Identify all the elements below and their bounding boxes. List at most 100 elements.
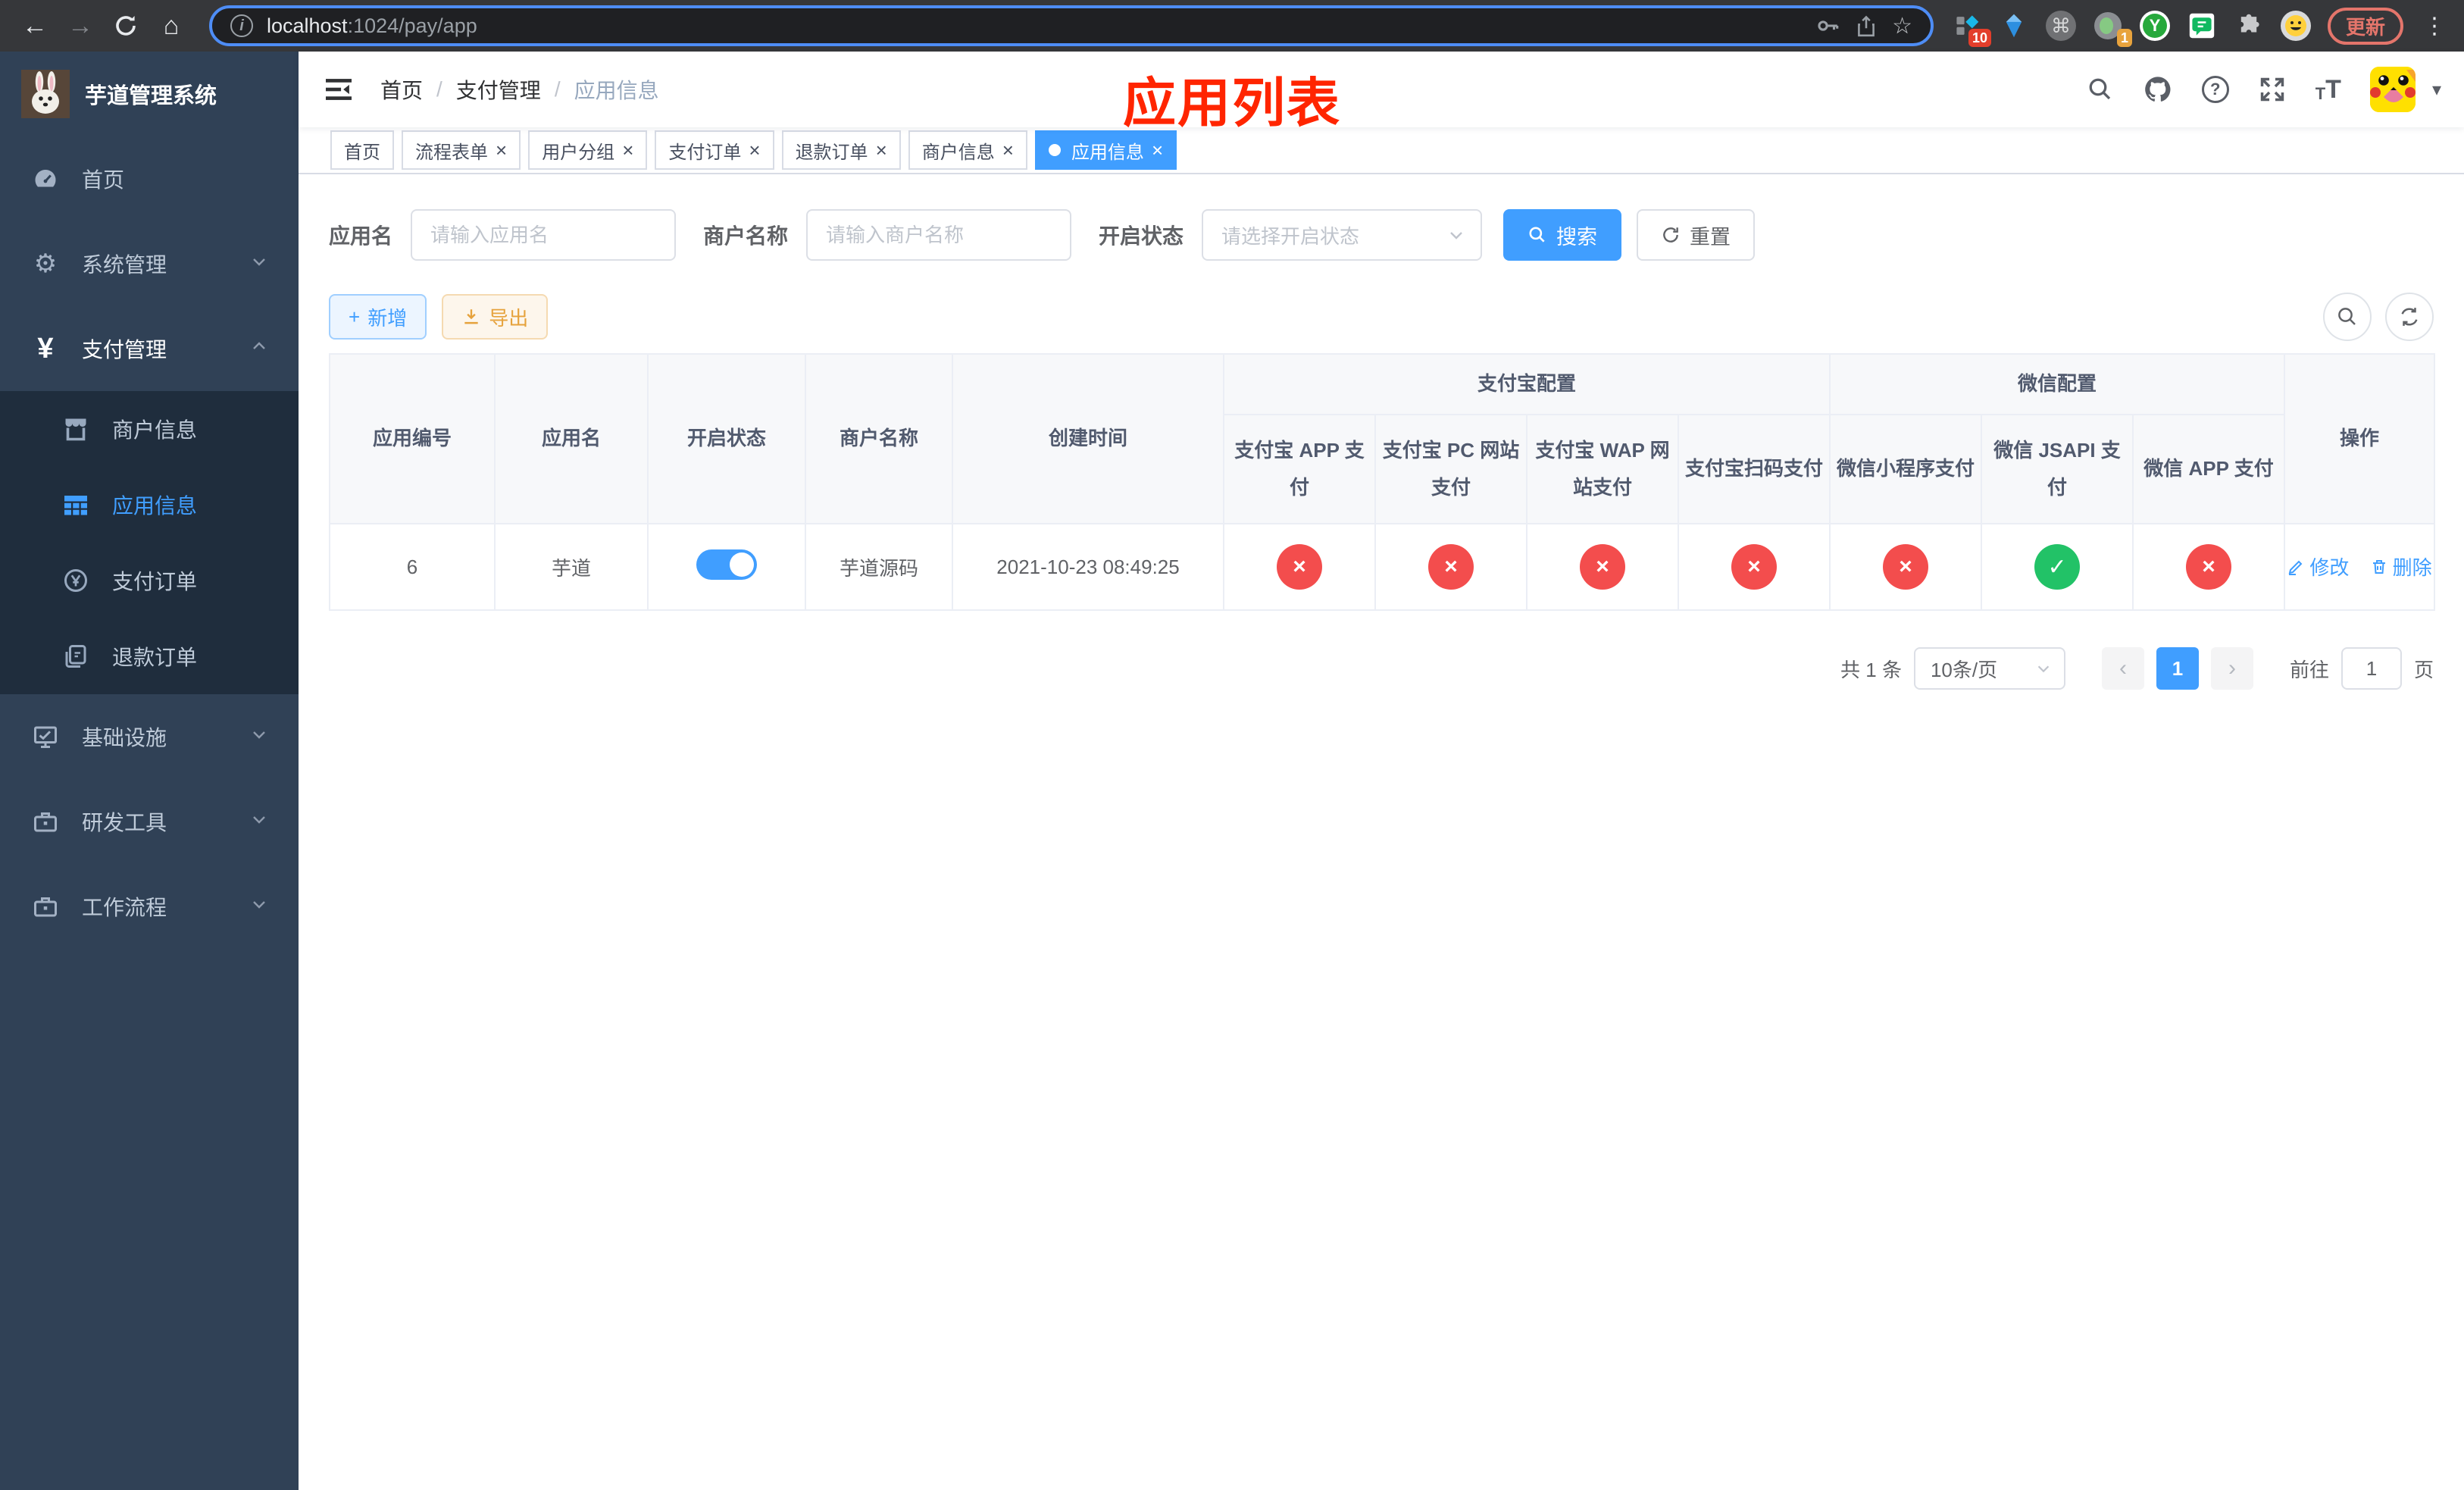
extension-command-icon[interactable]: ⌘: [2045, 11, 2076, 41]
search-button[interactable]: 搜索: [1503, 209, 1622, 261]
monitor-check-icon: [30, 723, 61, 750]
col-alipay-wap: 支付宝 WAP 网站支付: [1526, 414, 1679, 524]
col-wechat-lite: 微信小程序支付: [1829, 414, 1983, 524]
browser-forward-icon[interactable]: →: [61, 6, 100, 45]
fullscreen-icon[interactable]: [2258, 75, 2287, 104]
avatar-caret-icon[interactable]: ▾: [2432, 79, 2441, 101]
sidebar-item-refund-order[interactable]: 退款订单: [0, 618, 299, 694]
pagination-total: 共 1 条: [1840, 658, 1902, 681]
reset-button[interactable]: 重置: [1637, 209, 1756, 261]
url-text: localhost:1024/pay/app: [267, 14, 477, 37]
password-key-icon[interactable]: [1815, 13, 1840, 39]
sidebar-logo[interactable]: 芋道管理系统: [0, 52, 299, 136]
page-unit-label: 页: [2413, 658, 2434, 681]
close-icon[interactable]: ×: [876, 140, 887, 160]
goto-label: 前往: [2289, 658, 2329, 681]
refresh-icon: [2401, 308, 2418, 326]
col-wechat-app: 微信 APP 支付: [2132, 414, 2286, 524]
cell-created: 2021-10-23 08:49:25: [952, 523, 1224, 611]
col-alipay-pc: 支付宝 PC 网站支付: [1374, 414, 1527, 524]
yen-icon: ¥: [37, 332, 54, 365]
tab-home[interactable]: 首页: [330, 130, 394, 170]
extension-grid-icon[interactable]: 10: [1952, 11, 1991, 47]
sidebar-item-label: 系统管理: [82, 253, 167, 277]
profile-avatar-icon[interactable]: [2280, 11, 2311, 41]
payment-submenu: 商户信息 应用信息 支付订单 退款订单: [0, 391, 299, 694]
export-button[interactable]: 导出: [442, 294, 549, 340]
toggle-search-button[interactable]: [2323, 293, 2372, 341]
extension-status-icon[interactable]: 1: [2093, 11, 2132, 47]
extension-yudao-icon[interactable]: Y: [2139, 11, 2170, 41]
breadcrumb-home[interactable]: 首页: [380, 74, 423, 105]
prev-page-button[interactable]: ‹: [2101, 647, 2144, 690]
enabled-switch[interactable]: [696, 549, 757, 580]
page-1-button[interactable]: 1: [2156, 647, 2199, 690]
sidebar-item-label: 工作流程: [82, 896, 167, 919]
status-select[interactable]: 请选择开启状态: [1202, 209, 1483, 261]
sidebar-item-merchant-info[interactable]: 商户信息: [0, 391, 299, 467]
tab-merchant-info[interactable]: 商户信息 ×: [908, 130, 1027, 170]
add-button[interactable]: + 新增: [329, 294, 427, 340]
col-enabled: 开启状态: [647, 353, 806, 524]
alipay-wap-status-icon: ×: [1580, 544, 1625, 590]
documents-icon: [61, 643, 91, 670]
edit-link[interactable]: 修改: [2287, 552, 2349, 581]
browser-back-icon[interactable]: ←: [15, 6, 55, 45]
merchant-name-input[interactable]: [806, 209, 1072, 261]
tab-pay-order[interactable]: 支付订单 ×: [655, 130, 774, 170]
sidebar-fold-icon[interactable]: [321, 77, 365, 102]
close-icon[interactable]: ×: [1002, 140, 1014, 160]
col-merchant: 商户名称: [805, 353, 953, 524]
browser-menu-icon[interactable]: ⋮: [2420, 13, 2449, 39]
extension-gem-icon[interactable]: [1999, 11, 2029, 41]
bookmark-star-icon[interactable]: ☆: [1892, 13, 1912, 39]
tab-user-group[interactable]: 用户分组 ×: [528, 130, 648, 170]
browser-reload-icon[interactable]: [106, 6, 145, 45]
close-icon[interactable]: ×: [622, 140, 633, 160]
cell-app-name: 芋道: [494, 523, 649, 611]
sidebar-item-home[interactable]: 首页: [0, 136, 299, 221]
extension-chat-icon[interactable]: [2187, 11, 2217, 41]
github-icon[interactable]: [2143, 74, 2173, 105]
cell-merchant: 芋道源码: [805, 523, 953, 611]
col-created: 创建时间: [952, 353, 1224, 524]
site-info-icon[interactable]: i: [230, 14, 253, 37]
font-size-icon[interactable]: TT: [2315, 77, 2341, 102]
share-icon[interactable]: [1854, 14, 1878, 38]
sidebar-item-payment[interactable]: ¥ 支付管理: [0, 306, 299, 391]
sidebar-item-workflow[interactable]: 工作流程: [0, 864, 299, 949]
sidebar-item-label: 支付管理: [82, 338, 167, 362]
page-size-select[interactable]: 10条/页: [1913, 647, 2065, 690]
tab-refund-order[interactable]: 退款订单 ×: [781, 130, 901, 170]
browser-home-icon[interactable]: ⌂: [152, 6, 191, 45]
extensions-puzzle-icon[interactable]: [2234, 11, 2264, 41]
logo-avatar: [21, 70, 70, 118]
user-avatar[interactable]: [2369, 67, 2416, 112]
goto-page-input[interactable]: [2340, 647, 2402, 690]
sidebar-item-dev-tools[interactable]: 研发工具: [0, 779, 299, 864]
alipay-pc-status-icon: ×: [1428, 544, 1474, 590]
address-bar[interactable]: i localhost:1024/pay/app ☆: [209, 5, 1934, 46]
sidebar-item-app-info[interactable]: 应用信息: [0, 467, 299, 543]
close-icon[interactable]: ×: [749, 140, 760, 160]
sidebar-item-label: 基础设施: [82, 726, 167, 750]
browser-toolbar: ← → ⌂ i localhost:1024/pay/app ☆ 10 ⌘ 1 …: [0, 0, 2464, 52]
header-search-icon[interactable]: [2087, 76, 2114, 103]
yen-circle-icon: [61, 567, 91, 594]
app-name-input[interactable]: [411, 209, 677, 261]
next-page-button[interactable]: ›: [2210, 647, 2253, 690]
sidebar-item-infra[interactable]: 基础设施: [0, 694, 299, 779]
refresh-table-button[interactable]: [2385, 293, 2434, 341]
table-row: 6 芋道 芋道源码 2021-10-23 08:49:25 × × × × × …: [329, 523, 2436, 611]
help-icon[interactable]: ?: [2201, 76, 2229, 103]
search-icon: [2338, 308, 2356, 325]
breadcrumb-payment[interactable]: 支付管理: [456, 74, 541, 105]
delete-link[interactable]: 删除: [2370, 552, 2432, 581]
close-icon[interactable]: ×: [1152, 140, 1163, 160]
close-icon[interactable]: ×: [496, 140, 507, 160]
sidebar-item-pay-order[interactable]: 支付订单: [0, 543, 299, 618]
cell-app-id: 6: [329, 523, 496, 611]
sidebar-item-system[interactable]: ⚙ 系统管理: [0, 221, 299, 306]
browser-update-button[interactable]: 更新: [2327, 7, 2403, 45]
tab-process-form[interactable]: 流程表单 ×: [402, 130, 521, 170]
